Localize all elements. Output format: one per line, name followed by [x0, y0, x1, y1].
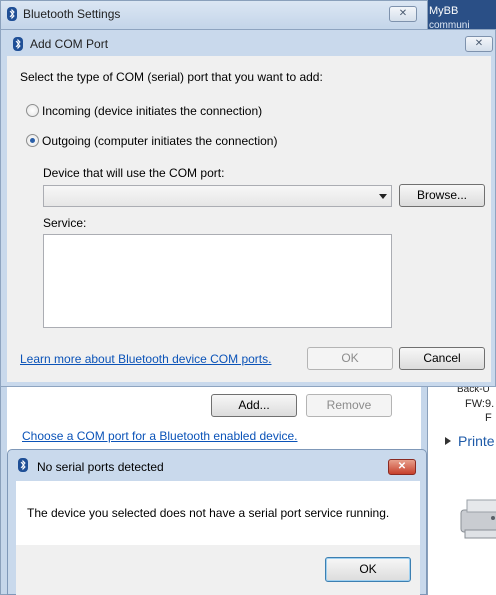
outgoing-radio[interactable]	[26, 134, 39, 147]
bluetooth-icon	[13, 37, 23, 51]
no-serial-ports-footer: OK	[16, 545, 420, 595]
incoming-label[interactable]: Incoming (device initiates the connectio…	[42, 104, 262, 118]
device-label: Device that will use the COM port:	[43, 166, 225, 180]
bluetooth-icon	[18, 458, 28, 472]
add-com-port-close-button[interactable]: ✕	[465, 36, 493, 52]
background-firmware-cont: F	[485, 412, 492, 424]
no-serial-ports-title: No serial ports detected	[37, 460, 164, 474]
bluetooth-icon	[7, 7, 17, 21]
background-header-text: MyBB	[429, 5, 459, 17]
no-serial-ports-dialog: No serial ports detected ✕ The device yo…	[7, 449, 427, 595]
no-serial-ports-message: The device you selected does not have a …	[27, 506, 390, 520]
background-firmware: FW:9.	[465, 398, 495, 410]
bluetooth-settings-title: Bluetooth Settings	[23, 7, 121, 21]
no-serial-ok-button[interactable]: OK	[325, 557, 411, 582]
device-dropdown[interactable]	[43, 185, 392, 207]
learn-more-link[interactable]: Learn more about Bluetooth device COM po…	[20, 352, 271, 366]
add-com-port-title: Add COM Port	[30, 37, 109, 51]
incoming-radio[interactable]	[26, 104, 39, 117]
add-button[interactable]: Add...	[211, 394, 297, 417]
ok-button[interactable]: OK	[307, 347, 393, 370]
background-section-label[interactable]: Printe	[458, 433, 495, 449]
add-com-port-dialog: Add COM Port ✕ Select the type of COM (s…	[0, 29, 496, 387]
bluetooth-settings-close-button[interactable]: ✕	[389, 6, 417, 22]
no-serial-ports-close-button[interactable]: ✕	[388, 459, 416, 475]
outgoing-label[interactable]: Outgoing (computer initiates the connect…	[42, 134, 277, 148]
no-serial-ports-content: The device you selected does not have a …	[16, 481, 420, 545]
service-list[interactable]	[43, 234, 392, 328]
service-label: Service:	[43, 216, 87, 230]
choose-com-port-link[interactable]: Choose a COM port for a Bluetooth enable…	[22, 429, 298, 443]
expand-triangle-icon[interactable]	[445, 437, 451, 445]
printer-icon	[460, 499, 496, 539]
browse-button[interactable]: Browse...	[399, 184, 485, 207]
chevron-down-icon[interactable]	[379, 194, 387, 199]
com-type-prompt: Select the type of COM (serial) port tha…	[20, 70, 323, 84]
remove-button[interactable]: Remove	[306, 394, 392, 417]
cancel-button[interactable]: Cancel	[399, 347, 485, 370]
add-com-port-content: Select the type of COM (serial) port tha…	[7, 56, 491, 382]
